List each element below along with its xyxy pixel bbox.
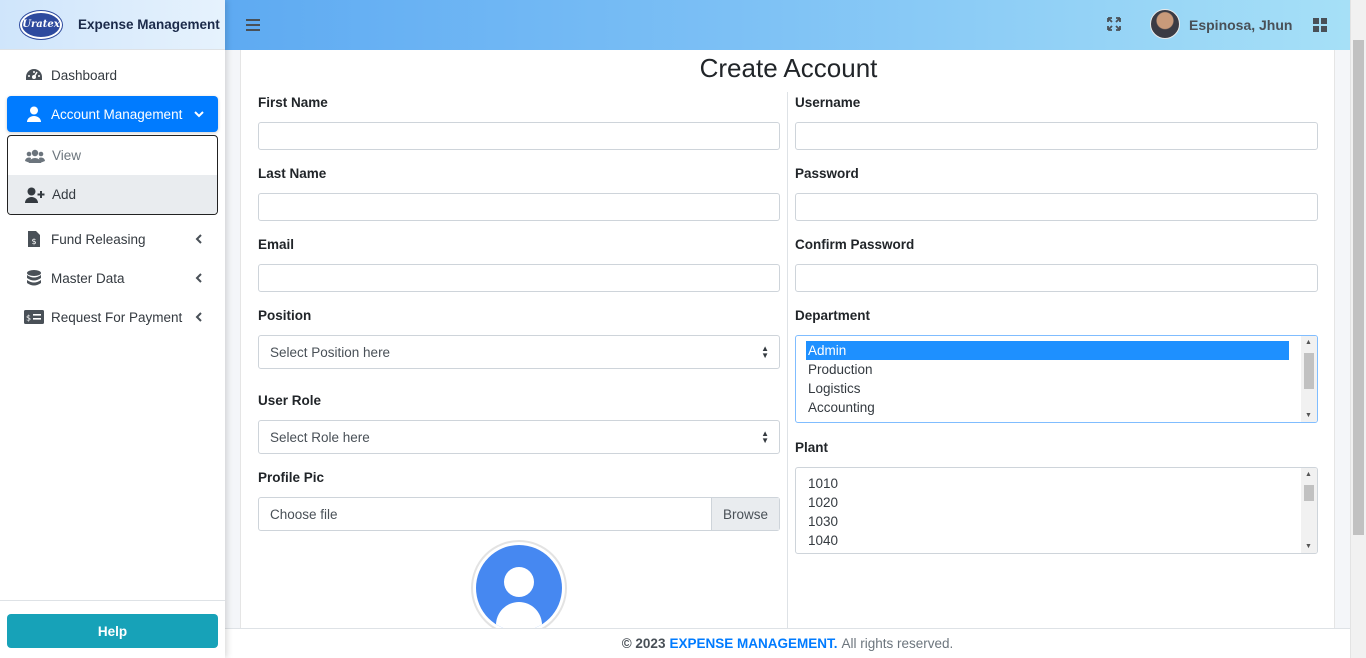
scroll-up-icon[interactable]: ▲ <box>1305 471 1312 478</box>
sidebar-item-label: View <box>52 148 82 163</box>
user-name[interactable]: Espinosa, Jhun <box>1189 17 1292 33</box>
profile-pic-file-input[interactable]: Choose file Browse <box>258 497 780 531</box>
sidebar-item-master-data[interactable]: Master Data <box>7 260 218 296</box>
department-option[interactable]: Logistics <box>796 379 1317 398</box>
sidebar-item-label: Request For Payment <box>51 309 183 325</box>
plant-option[interactable]: 1030 <box>796 512 1317 531</box>
help-button[interactable]: Help <box>7 614 218 648</box>
username-input[interactable] <box>795 122 1318 150</box>
department-listbox-scrollbar[interactable]: ▲ ▼ <box>1301 336 1317 422</box>
fullscreen-icon[interactable] <box>1107 17 1121 36</box>
department-option[interactable]: Admin <box>806 341 1289 360</box>
department-listbox[interactable]: Admin Production Logistics Accounting ▲ … <box>795 335 1318 423</box>
grid-apps-icon[interactable] <box>1313 18 1327 37</box>
last-name-input[interactable] <box>258 193 780 221</box>
scrollbar-thumb[interactable] <box>1304 353 1314 389</box>
sidebar-item-request-for-payment[interactable]: $ Request For Payment <box>7 299 218 335</box>
sidebar-item-view[interactable]: View <box>8 136 217 175</box>
username-label: Username <box>795 95 861 110</box>
sidebar: Uratex Expense Management Dashboard Acco… <box>0 0 225 658</box>
user-avatar[interactable] <box>1150 9 1180 39</box>
confirm-password-input[interactable] <box>795 264 1318 292</box>
money-check-icon: $ <box>24 310 44 324</box>
sidebar-item-label: Fund Releasing <box>51 231 146 247</box>
position-select-value: Select Position here <box>270 344 391 360</box>
plant-listbox[interactable]: 1010 1020 1030 1040 2010 ▲ ▼ <box>795 467 1318 554</box>
profile-picture-preview <box>471 540 567 636</box>
password-input[interactable] <box>795 193 1318 221</box>
scrollbar-thumb[interactable] <box>1304 485 1314 501</box>
select-arrows-icon: ▲ ▼ <box>761 344 769 360</box>
plant-label: Plant <box>795 440 829 455</box>
department-option[interactable]: Production <box>796 360 1317 379</box>
plant-option[interactable]: 2010 <box>796 550 1317 553</box>
page-title: Create Account <box>699 53 878 83</box>
database-icon <box>24 270 44 286</box>
select-arrows-icon: ▲ ▼ <box>761 429 769 445</box>
email-input[interactable] <box>258 264 780 292</box>
sidebar-item-label: Master Data <box>51 270 125 286</box>
email-label: Email <box>258 237 295 252</box>
brand-name: Expense Management <box>78 17 220 32</box>
svg-text:$: $ <box>26 314 31 323</box>
footer-brand-link[interactable]: EXPENSE MANAGEMENT. <box>669 636 837 651</box>
plant-option[interactable]: 1020 <box>796 493 1317 512</box>
uratex-logo: Uratex <box>20 10 62 39</box>
svg-text:$: $ <box>31 237 36 246</box>
top-navbar: Espinosa, Jhun <box>225 0 1350 50</box>
confirm-password-label: Confirm Password <box>795 237 915 252</box>
first-name-label: First Name <box>258 95 328 110</box>
scroll-down-icon[interactable]: ▼ <box>1305 412 1312 419</box>
dashboard-icon <box>24 67 44 83</box>
sidebar-divider <box>0 600 225 601</box>
last-name-label: Last Name <box>258 166 327 181</box>
page-scrollbar[interactable] <box>1350 0 1366 658</box>
column-divider <box>787 92 788 632</box>
users-icon <box>25 149 45 163</box>
hamburger-menu-icon[interactable] <box>246 18 260 36</box>
footer-copyright: © 2023 <box>621 636 666 651</box>
footer: © 2023 EXPENSE MANAGEMENT. All rights re… <box>225 628 1350 658</box>
sidebar-item-label: Dashboard <box>51 67 118 83</box>
account-management-submenu: View Add <box>7 135 218 215</box>
scroll-up-icon[interactable]: ▲ <box>1305 339 1312 346</box>
chevron-left-icon <box>194 271 204 286</box>
position-label: Position <box>258 308 312 323</box>
department-label: Department <box>795 308 871 323</box>
profile-pic-label: Profile Pic <box>258 470 325 485</box>
plant-option[interactable]: 1040 <box>796 531 1317 550</box>
sidebar-nav: Dashboard Account Management View Add $ … <box>0 50 225 345</box>
position-select[interactable]: Select Position here ▲ ▼ <box>258 335 780 369</box>
sidebar-item-account-management[interactable]: Account Management <box>7 96 218 132</box>
footer-rights: All rights reserved. <box>841 636 954 651</box>
user-plus-icon <box>25 187 45 203</box>
first-name-input[interactable] <box>258 122 780 150</box>
user-role-select-value: Select Role here <box>270 429 370 445</box>
sidebar-item-label: Add <box>52 187 77 202</box>
sidebar-item-dashboard[interactable]: Dashboard <box>7 57 218 93</box>
password-label: Password <box>795 166 859 181</box>
chevron-left-icon <box>194 232 204 247</box>
sidebar-item-fund-releasing[interactable]: $ Fund Releasing <box>7 221 218 257</box>
user-role-label: User Role <box>258 393 322 408</box>
avatar-body <box>496 602 542 631</box>
sidebar-item-add[interactable]: Add <box>8 175 217 214</box>
scrollbar-thumb[interactable] <box>1353 40 1364 535</box>
file-invoice-dollar-icon: $ <box>24 231 44 247</box>
browse-button[interactable]: Browse <box>711 498 779 530</box>
department-option[interactable]: Accounting <box>796 398 1317 417</box>
create-account-card: Create Account First Name Last Name Emai… <box>240 50 1335 636</box>
chevron-down-icon <box>194 107 204 122</box>
user-role-select[interactable]: Select Role here ▲ ▼ <box>258 420 780 454</box>
brand[interactable]: Uratex Expense Management <box>0 0 225 50</box>
scroll-down-icon[interactable]: ▼ <box>1305 543 1312 550</box>
avatar-head <box>504 567 534 597</box>
file-input-placeholder: Choose file <box>270 506 338 522</box>
chevron-left-icon <box>194 310 204 325</box>
sidebar-item-label: Account Management <box>51 106 183 122</box>
default-avatar-icon <box>476 545 562 631</box>
plant-listbox-scrollbar[interactable]: ▲ ▼ <box>1301 468 1317 553</box>
plant-option[interactable]: 1010 <box>796 474 1317 493</box>
user-icon <box>24 106 44 122</box>
